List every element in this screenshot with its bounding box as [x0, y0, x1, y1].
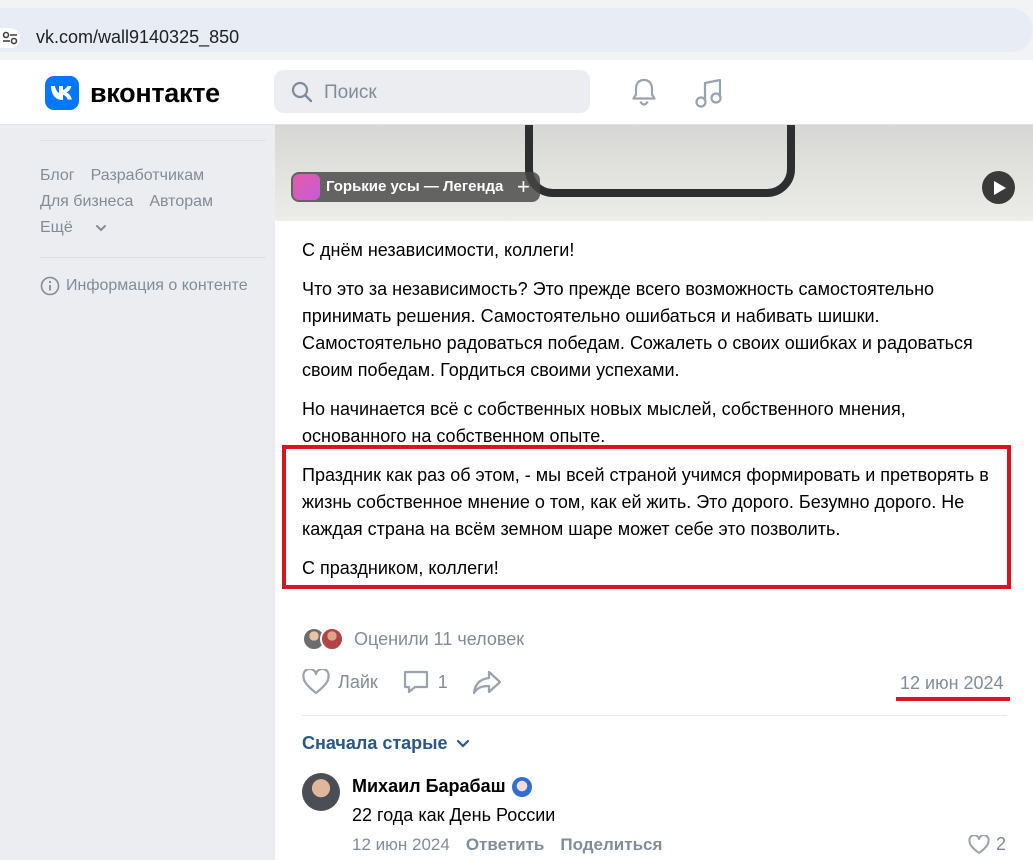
liked-by[interactable]: Оценили 11 человек	[302, 627, 524, 651]
post-paragraph: Но начинается всё с собственных новых мы…	[302, 399, 906, 446]
left-sidebar: Блог Разработчикам Для бизнеса Авторам Ещё…	[40, 140, 266, 296]
search-icon	[291, 81, 313, 103]
author-name: Михаил Барабаш	[352, 776, 506, 796]
footer-link-business[interactable]: Для бизнеса	[40, 193, 133, 210]
comment-button[interactable]: 1	[402, 669, 448, 695]
chevron-down-icon	[456, 739, 469, 748]
photo-object	[525, 125, 795, 197]
share-icon	[472, 670, 501, 695]
site-settings-icon[interactable]	[0, 28, 20, 48]
avatar[interactable]	[302, 773, 340, 811]
footer-more-button[interactable]: Ещё	[40, 215, 107, 241]
reply-button[interactable]: Ответить	[466, 835, 545, 855]
comment-text: 22 года как День России	[352, 805, 556, 825]
content-info-link[interactable]: Информация о контенте	[40, 276, 266, 296]
add-track-icon[interactable]: +	[517, 174, 530, 200]
post-paragraph: С днём независимости, коллеги!	[302, 240, 575, 260]
sort-label: Сначала старые	[302, 733, 448, 753]
footer-links: Блог Разработчикам Для бизнеса Авторам Ещё	[40, 141, 266, 241]
bell-icon[interactable]	[629, 77, 659, 107]
liker-avatars	[302, 627, 344, 651]
comment-date[interactable]: 12 июн 2024	[352, 835, 450, 855]
heart-icon	[302, 669, 330, 695]
content-info-label: Информация о контенте	[66, 277, 248, 294]
footer-link-developers[interactable]: Разработчикам	[91, 167, 205, 184]
post-card: Горькие усы — Легенда + С днём независим…	[275, 125, 1033, 860]
play-icon	[994, 181, 1006, 195]
comment-author[interactable]: Михаил Барабаш	[352, 776, 532, 797]
post-paragraph: Что это за независимость? Это прежде все…	[302, 279, 973, 380]
search-input[interactable]: Поиск	[274, 70, 590, 113]
url-field[interactable]: vk.com/wall9140325_850	[0, 8, 1033, 52]
vk-logo-icon[interactable]	[45, 76, 79, 110]
comment-item: Михаил Барабаш 22 года как День России 1…	[302, 773, 1007, 860]
browser-address-bar: vk.com/wall9140325_850	[0, 0, 1033, 60]
brand-name[interactable]: вконтакте	[90, 78, 220, 109]
like-button[interactable]: Лайк	[302, 669, 378, 695]
post-photo[interactable]: Горькие усы — Легенда +	[275, 125, 1033, 221]
avatar	[320, 627, 344, 651]
comment-like-button[interactable]: 2	[968, 834, 1006, 855]
comments-divider	[302, 715, 1007, 716]
post-date[interactable]: 12 июн 2024	[900, 673, 1004, 694]
post-actions: Лайк 1	[302, 669, 526, 695]
author-status-icon	[511, 776, 532, 797]
comment-like-count: 2	[996, 834, 1007, 854]
site-header: вконтакте Поиск	[0, 60, 1033, 125]
comments-sort-dropdown[interactable]: Сначала старые	[302, 733, 470, 754]
liked-count-text: Оценили 11 человек	[354, 628, 525, 649]
chevron-down-icon	[95, 225, 106, 232]
comment-meta: 12 июн 2024 Ответить Поделиться	[352, 835, 662, 855]
highlight-box	[282, 445, 1011, 589]
track-cover	[293, 174, 320, 200]
sidebar-divider	[40, 257, 266, 258]
comment-count: 1	[437, 671, 448, 692]
url-text: vk.com/wall9140325_850	[36, 27, 240, 47]
footer-link-blog[interactable]: Блог	[40, 167, 75, 184]
music-track[interactable]: Горькие усы — Легенда +	[291, 172, 540, 202]
share-button[interactable]	[472, 669, 502, 695]
like-label: Лайк	[338, 671, 378, 692]
heart-icon	[968, 834, 990, 854]
play-button[interactable]	[982, 171, 1015, 204]
info-icon	[40, 276, 60, 296]
footer-link-authors[interactable]: Авторам	[149, 193, 213, 210]
search-placeholder: Поиск	[324, 82, 377, 103]
comment-icon	[403, 670, 428, 694]
comment-share-button[interactable]: Поделиться	[560, 835, 662, 855]
date-highlight-underline	[896, 697, 1010, 701]
track-title: Горькие усы — Легенда	[326, 178, 504, 195]
music-icon[interactable]	[694, 77, 724, 109]
footer-more-label: Ещё	[40, 219, 73, 236]
